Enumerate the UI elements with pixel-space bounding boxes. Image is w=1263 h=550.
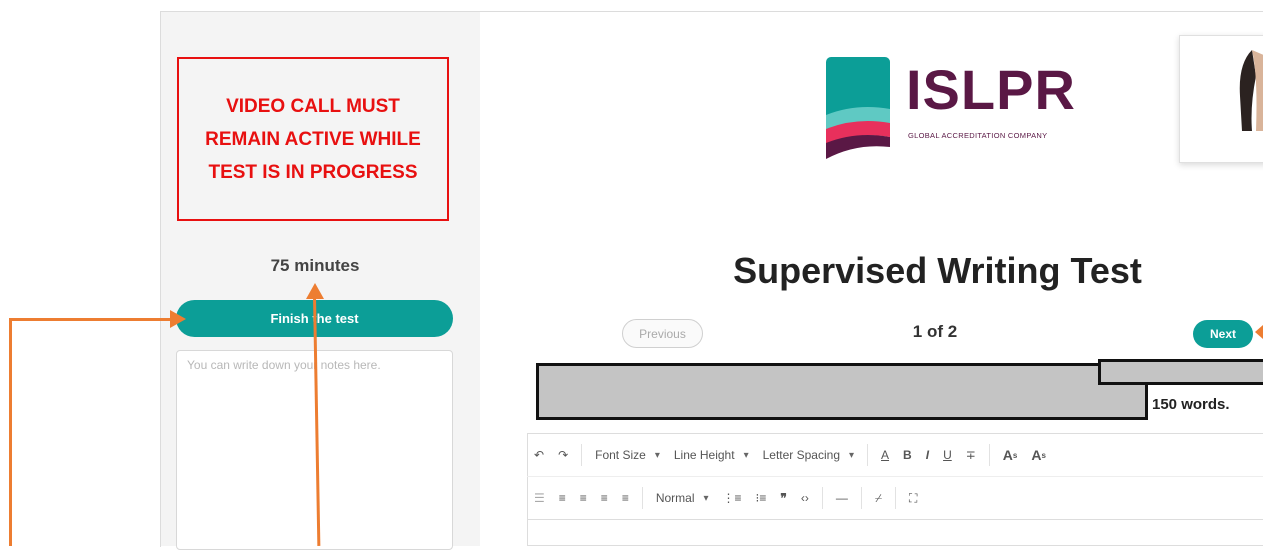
bullet-list-icon[interactable]: ⋮≡	[716, 491, 749, 505]
annotation-arrowhead-icon	[306, 283, 324, 299]
bold-button[interactable]: B	[896, 448, 919, 462]
toolbar-divider	[581, 444, 583, 466]
font-color-icon[interactable]: A	[874, 448, 896, 462]
superscript-icon[interactable]: As	[996, 447, 1025, 463]
brand-name: ISLPR	[906, 58, 1076, 121]
annotation-arrowhead-icon	[170, 310, 186, 328]
italic-button[interactable]: I	[919, 448, 936, 462]
page-indicator: 1 of 2	[912, 322, 958, 341]
numbered-list-icon[interactable]: ⁝≡	[749, 491, 774, 505]
strikethrough-icon[interactable]: ∓	[959, 448, 983, 462]
annotation-arrowhead-icon	[1255, 325, 1263, 339]
clear-format-icon[interactable]: ⌿	[868, 491, 889, 506]
video-preview	[1179, 35, 1263, 163]
blockquote-icon[interactable]: ❞	[773, 491, 793, 505]
align-left-icon[interactable]: ≡	[552, 491, 573, 505]
code-icon[interactable]: ‹›	[794, 491, 816, 505]
word-limit: 150 words.	[1152, 396, 1230, 413]
editor-toolbar-row-1: ↶ ↷ Font Size Line Height Letter Spacing…	[527, 434, 1263, 477]
annotation-arrow-line	[9, 318, 12, 546]
undo-icon[interactable]: ↶	[527, 448, 551, 462]
next-button[interactable]: Next	[1193, 320, 1253, 348]
webcam-image-icon	[1239, 50, 1263, 131]
toolbar-divider	[821, 487, 823, 509]
align-justify-icon[interactable]: ≡	[615, 491, 636, 505]
redo-icon[interactable]: ↷	[551, 448, 575, 462]
annotation-arrow-line	[9, 318, 174, 321]
underline-button[interactable]: U	[936, 448, 959, 462]
align-center-icon[interactable]: ≡	[573, 491, 594, 505]
editor-toolbar-row-2: ☰ ≡ ≡ ≡ ≡ Normal ⋮≡ ⁝≡ ❞ ‹› — ⌿ ⛶	[527, 477, 1263, 520]
subscript-icon[interactable]: As	[1024, 447, 1053, 463]
letter-spacing-dropdown[interactable]: Letter Spacing	[756, 448, 861, 462]
horizontal-rule-icon[interactable]: —	[829, 491, 855, 505]
previous-button[interactable]: Previous	[622, 319, 703, 348]
font-size-dropdown[interactable]: Font Size	[588, 448, 667, 462]
indent-icon[interactable]: ☰	[527, 491, 552, 505]
brand-tagline: GLOBAL ACCREDITATION COMPANY	[908, 131, 1048, 140]
islpr-logo-icon	[826, 57, 890, 159]
paragraph-style-dropdown[interactable]: Normal	[649, 491, 716, 505]
time-remaining: 75 minutes	[270, 256, 360, 275]
fullscreen-icon[interactable]: ⛶	[902, 491, 924, 506]
toolbar-divider	[988, 444, 990, 466]
align-right-icon[interactable]: ≡	[594, 491, 615, 505]
redacted-question	[536, 363, 1148, 420]
line-height-dropdown[interactable]: Line Height	[667, 448, 756, 462]
redacted-question-end	[1098, 359, 1263, 385]
toolbar-divider	[641, 487, 643, 509]
toolbar-divider	[867, 444, 869, 466]
toolbar-divider	[860, 487, 862, 509]
video-call-warning: VIDEO CALL MUST REMAIN ACTIVE WHILE TEST…	[177, 57, 449, 221]
page-title: Supervised Writing Test	[733, 250, 1142, 291]
toolbar-divider	[895, 487, 897, 509]
